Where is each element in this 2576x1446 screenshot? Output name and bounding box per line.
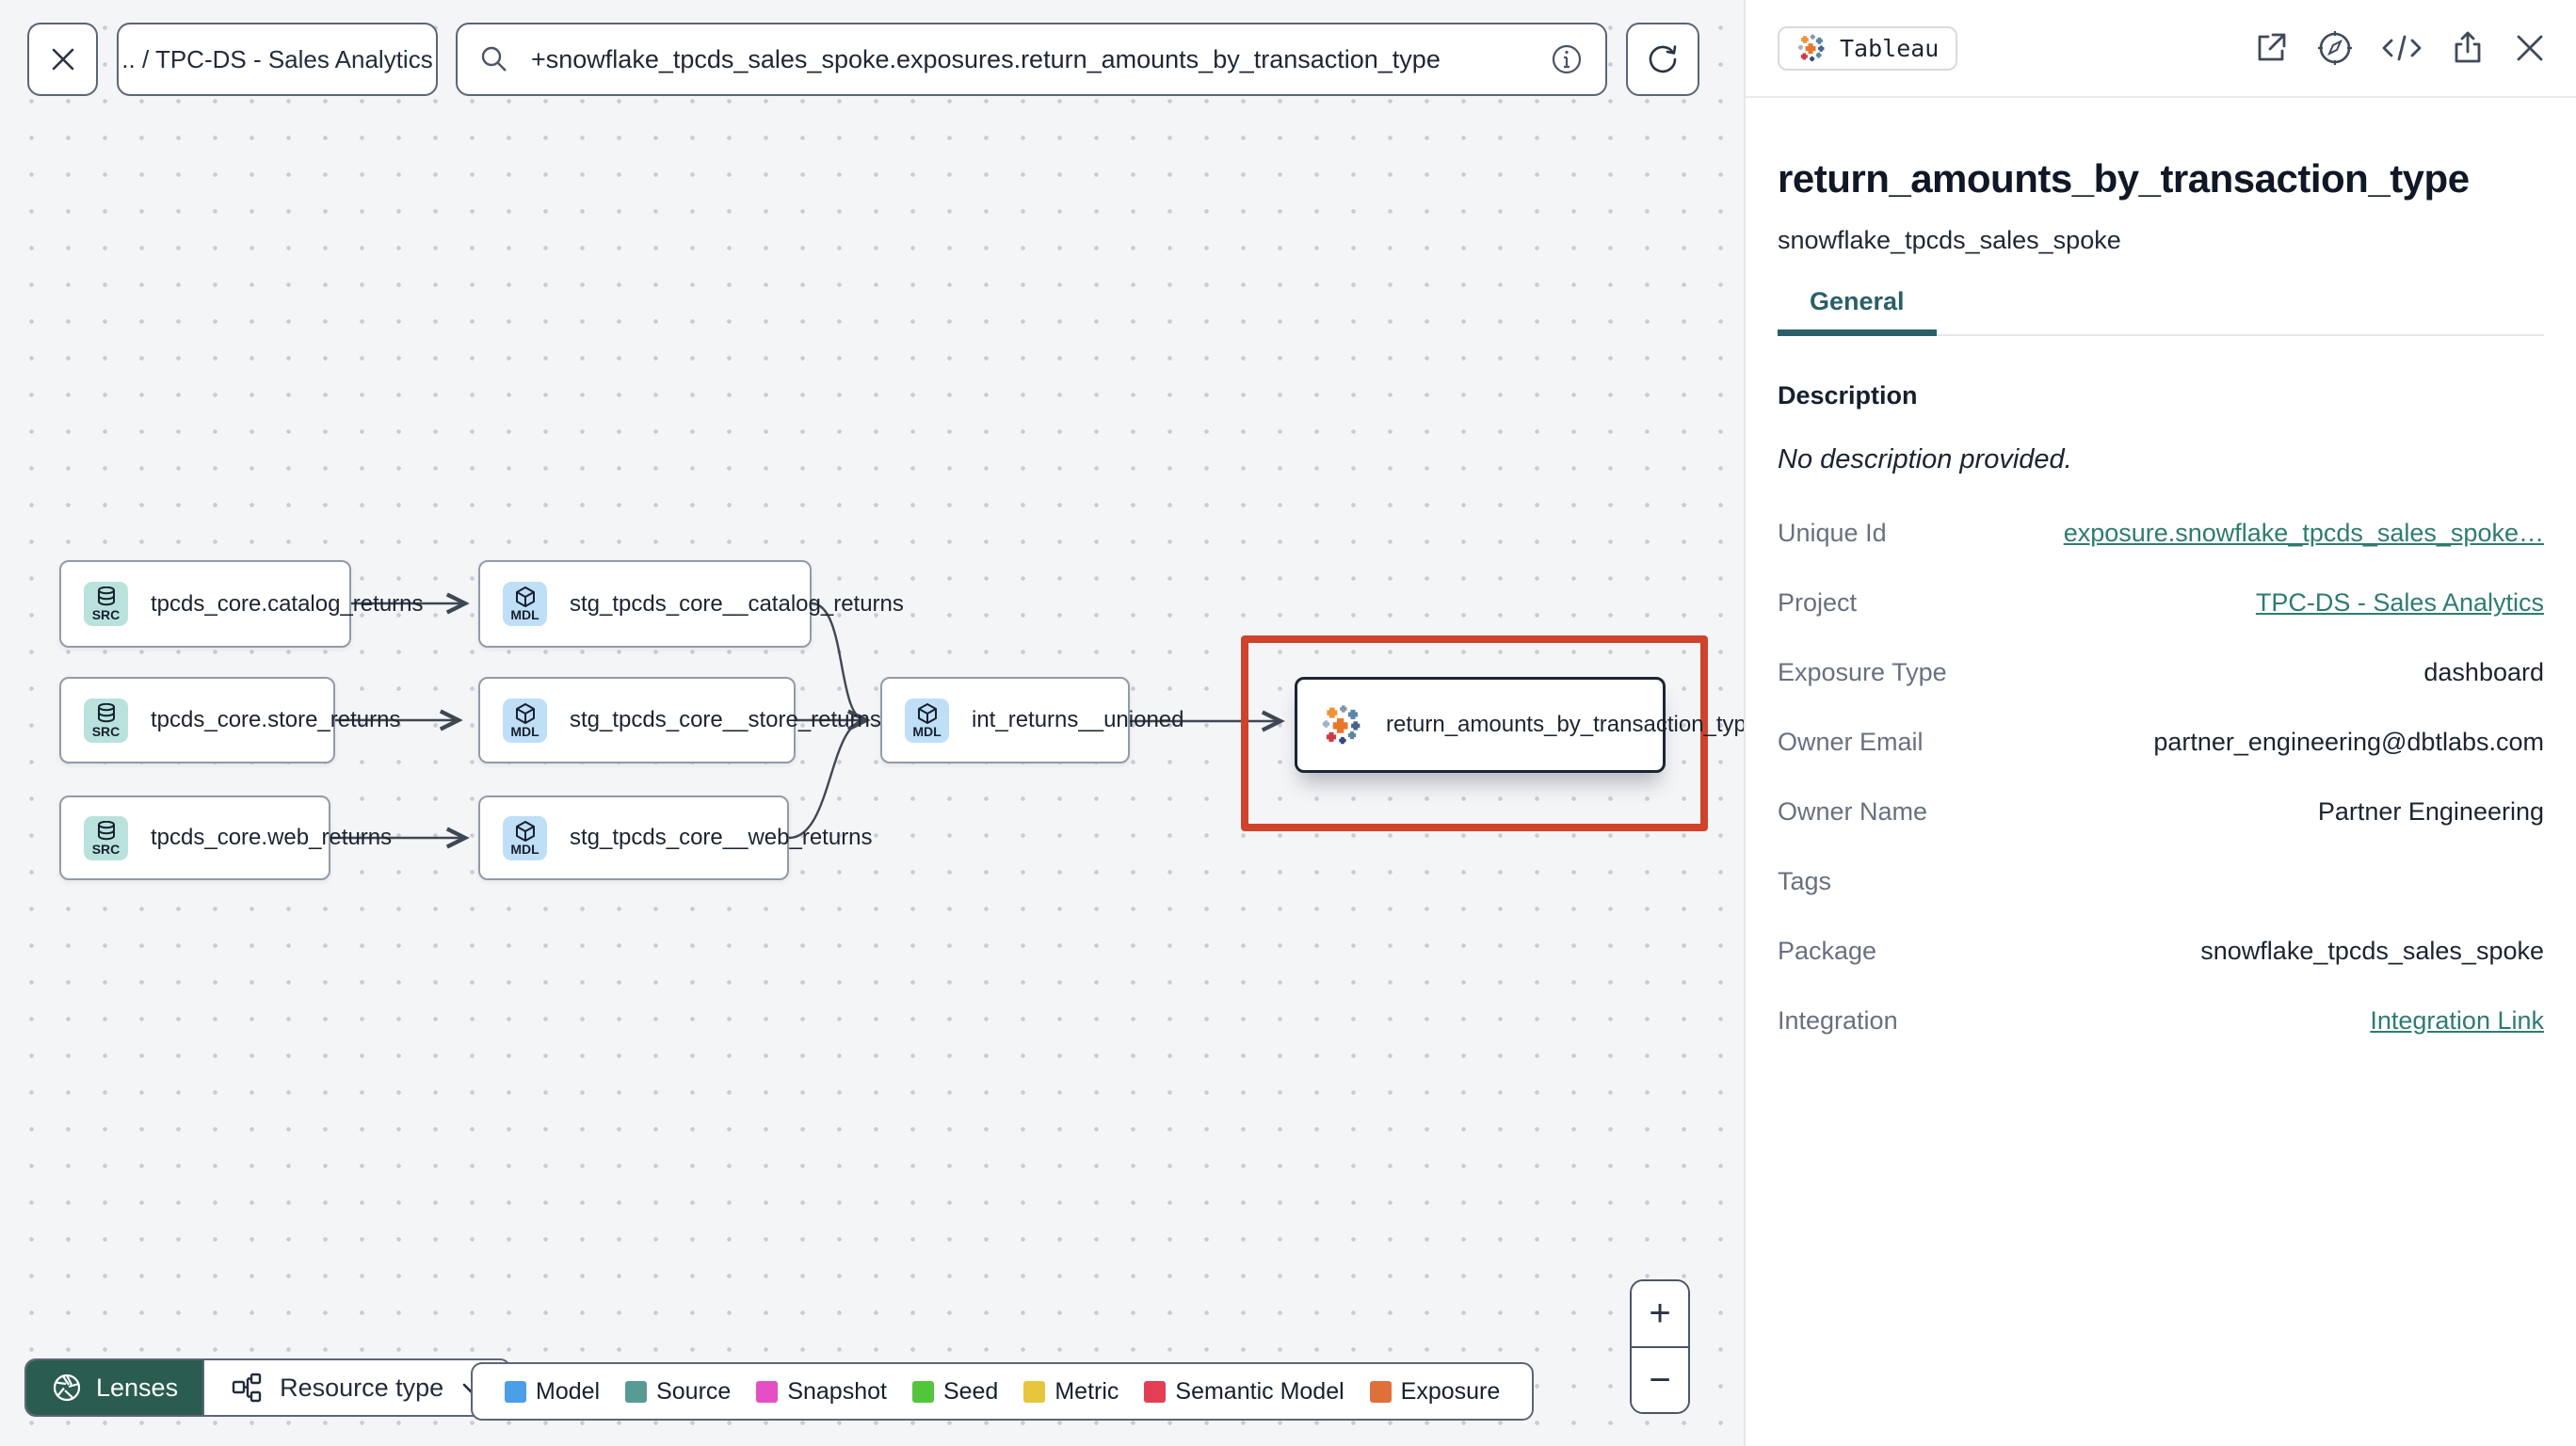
resource-type-label: Resource type <box>280 1373 444 1402</box>
node-label: int_returns__unioned <box>972 707 1184 732</box>
package-subtitle: snowflake_tpcds_sales_spoke <box>1778 226 2121 254</box>
share-icon[interactable] <box>2449 29 2487 67</box>
panel-header: Tableau <box>1746 0 2576 98</box>
model-icon: MDL <box>503 815 547 860</box>
lineage-canvas[interactable]: .. / TPC-DS - Sales Analytics SRC tpcds_… <box>0 0 1759 1446</box>
package-value: snowflake_tpcds_sales_spoke <box>2200 937 2544 965</box>
detail-row-owner-name: Owner Name Partner Engineering <box>1778 797 2544 826</box>
info-icon[interactable] <box>1549 41 1585 77</box>
node-label: stg_tpcds_core__catalog_returns <box>570 590 904 617</box>
detail-row-project: Project TPC-DS - Sales Analytics <box>1778 588 2544 618</box>
source-icon: SRC <box>84 582 128 626</box>
legend-chip-exposure <box>1369 1380 1392 1403</box>
legend-chip-seed <box>911 1380 934 1403</box>
lineage-node-model[interactable]: MDL int_returns__unioned <box>880 677 1184 763</box>
details-panel: Tableau return_amounts_by_transaction_ty… <box>1744 0 2576 1446</box>
legend-chip-model <box>505 1380 526 1403</box>
breadcrumb-label: .. / TPC-DS - Sales Analytics <box>121 44 433 73</box>
owner-name-value: Partner Engineering <box>2317 797 2544 826</box>
code-icon[interactable] <box>2380 29 2423 67</box>
project-link[interactable]: TPC-DS - Sales Analytics <box>2256 588 2544 618</box>
detail-row-owner-email: Owner Email partner_engineering@dbtlabs.… <box>1778 728 2544 756</box>
exposure-type-value: dashboard <box>2423 658 2544 686</box>
legend-chip-snapshot <box>756 1380 779 1403</box>
resource-legend: Model Source Snapshot Seed Metric Semant… <box>471 1362 1535 1421</box>
detail-row-integration: Integration Integration Link <box>1778 1006 2544 1036</box>
model-icon: MDL <box>503 582 547 626</box>
integration-link[interactable]: Integration Link <box>2370 1006 2544 1036</box>
source-icon: SRC <box>84 815 128 860</box>
node-label: return_amounts_by_transaction_type <box>1386 712 1760 737</box>
detail-row-unique-id: Unique Id exposure.snowflake_tpcds_sales… <box>1778 519 2544 548</box>
tableau-badge[interactable]: Tableau <box>1778 25 1958 71</box>
tableau-badge-label: Tableau <box>1840 34 1940 62</box>
owner-email-value: partner_engineering@dbtlabs.com <box>2153 728 2544 756</box>
page-title: return_amounts_by_transaction_type <box>1778 156 2470 201</box>
breadcrumb[interactable]: .. / TPC-DS - Sales Analytics <box>117 23 438 96</box>
lenses-button[interactable]: Lenses <box>26 1360 203 1415</box>
dbt-explorer-lineage-app: .. / TPC-DS - Sales Analytics SRC tpcds_… <box>0 0 2576 1446</box>
node-label: tpcds_core.web_returns <box>151 825 393 850</box>
open-external-icon[interactable] <box>2252 29 2290 67</box>
lineage-node-model[interactable]: MDL stg_tpcds_core__store_returns <box>478 677 881 763</box>
close-panel-icon[interactable] <box>2512 30 2548 66</box>
legend-item: Exposure <box>1369 1378 1500 1406</box>
canvas-controls: Lenses Resource type <box>24 1358 512 1417</box>
refresh-icon <box>1644 40 1682 78</box>
close-lineage-button[interactable] <box>27 23 98 96</box>
lineage-node-source[interactable]: SRC tpcds_core.store_returns <box>59 677 400 763</box>
refresh-button[interactable] <box>1626 23 1699 96</box>
detail-row-tags: Tags <box>1778 867 1832 895</box>
close-icon <box>48 44 78 74</box>
node-label: stg_tpcds_core__web_returns <box>570 825 873 850</box>
explore-compass-icon[interactable] <box>2315 28 2355 68</box>
legend-chip-source <box>625 1380 648 1403</box>
resource-type-dropdown[interactable]: Resource type <box>202 1360 509 1415</box>
resource-type-icon <box>231 1371 265 1405</box>
zoom-out-button[interactable]: − <box>1632 1347 1688 1412</box>
unique-id-link[interactable]: exposure.snowflake_tpcds_sales_spoke… <box>2064 519 2544 548</box>
search-input[interactable] <box>531 44 1528 74</box>
details-rows: Unique Id exposure.snowflake_tpcds_sales… <box>1778 519 2544 1036</box>
source-icon: SRC <box>84 698 128 743</box>
lineage-node-source[interactable]: SRC tpcds_core.catalog_returns <box>59 560 424 648</box>
lens-aperture-icon <box>51 1372 83 1404</box>
panel-tabs: General <box>1778 287 2544 336</box>
tableau-icon <box>1320 703 1363 747</box>
model-icon: MDL <box>905 698 949 743</box>
legend-item: Metric <box>1023 1378 1119 1406</box>
zoom-in-button[interactable]: + <box>1632 1281 1688 1348</box>
legend-item: Snapshot <box>756 1378 887 1406</box>
detail-row-exposure-type: Exposure Type dashboard <box>1778 658 2544 686</box>
lineage-node-model[interactable]: MDL stg_tpcds_core__catalog_returns <box>478 560 904 648</box>
detail-row-package: Package snowflake_tpcds_sales_spoke <box>1778 937 2544 965</box>
legend-item: Semantic Model <box>1144 1378 1344 1406</box>
description-empty-text: No description provided. <box>1778 444 2072 474</box>
legend-chip-metric <box>1023 1380 1046 1403</box>
lenses-label: Lenses <box>96 1373 179 1402</box>
legend-item: Model <box>505 1378 600 1406</box>
legend-item: Seed <box>911 1378 998 1406</box>
node-label: stg_tpcds_core__store_returns <box>570 707 881 732</box>
tab-general[interactable]: General <box>1778 287 1937 336</box>
search-icon <box>478 43 510 75</box>
lineage-node-model[interactable]: MDL stg_tpcds_core__web_returns <box>478 795 873 880</box>
description-heading: Description <box>1778 381 1918 410</box>
model-icon: MDL <box>503 698 547 743</box>
tableau-icon <box>1796 33 1827 63</box>
node-label: tpcds_core.catalog_returns <box>151 590 424 617</box>
lineage-node-source[interactable]: SRC tpcds_core.web_returns <box>59 795 392 880</box>
legend-chip-semantic-model <box>1144 1380 1167 1403</box>
legend-item: Source <box>625 1378 731 1406</box>
node-label: tpcds_core.store_returns <box>151 707 401 732</box>
zoom-controls: + − <box>1630 1279 1690 1414</box>
lineage-search-box[interactable] <box>456 23 1607 96</box>
lineage-node-exposure-selected[interactable]: return_amounts_by_transaction_type <box>1295 677 1759 773</box>
